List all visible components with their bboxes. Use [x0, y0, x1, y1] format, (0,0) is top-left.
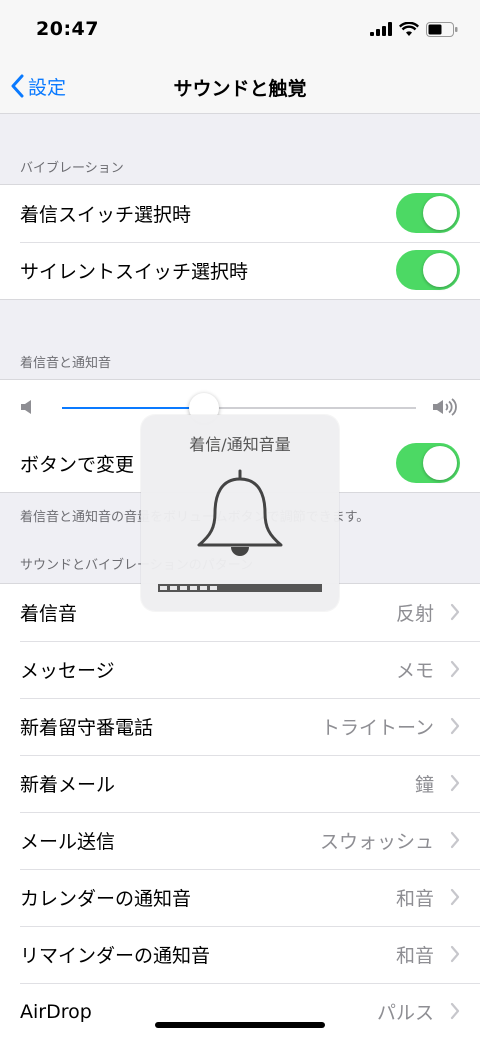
chevron-right-icon [450, 717, 460, 735]
chevron-right-icon [450, 660, 460, 678]
row-label: サイレントスイッチ選択時 [20, 261, 249, 283]
row-label: AirDrop [20, 1000, 92, 1023]
toggle-knob [423, 196, 457, 230]
row-label: メッセージ [20, 660, 115, 682]
row-label: リマインダーの通知音 [20, 945, 211, 967]
row-value: 反射 [395, 603, 434, 625]
battery-icon [426, 21, 458, 37]
chevron-right-icon [450, 945, 460, 963]
chevron-right-icon [450, 774, 460, 792]
volume-level-segment [170, 586, 177, 590]
row-label: カレンダーの通知音 [20, 888, 192, 910]
row-label: 着信スイッチ選択時 [20, 204, 192, 226]
volume-hud-title: 着信/通知音量 [189, 435, 291, 454]
section-header-vibration: バイブレーション [20, 161, 124, 176]
home-indicator [155, 1022, 325, 1028]
row-label: メール送信 [20, 831, 116, 853]
speaker-low-icon [21, 400, 31, 414]
pattern-row-sent-mail[interactable]: メール送信 スウォッシュ [0, 812, 480, 869]
volume-hud: 着信/通知音量 [141, 415, 339, 611]
row-value: メモ [395, 660, 434, 682]
chevron-right-icon [450, 1002, 460, 1020]
pattern-row-calendar-alerts[interactable]: カレンダーの通知音 和音 [0, 869, 480, 926]
toggle-knob [423, 253, 457, 287]
status-bar: 20:47 [0, 0, 480, 58]
patterns-group: 着信音 反射 メッセージ メモ 新着留守番電話 トライトーン 新着メール 鐘 メ… [0, 583, 480, 1040]
pattern-row-airdrop[interactable]: AirDrop パルス [0, 983, 480, 1040]
vibrate-on-silent-row: サイレントスイッチ選択時 [0, 242, 480, 299]
chevron-right-icon [450, 603, 460, 621]
pattern-row-message[interactable]: メッセージ メモ [0, 641, 480, 698]
row-label: 新着メール [20, 774, 116, 796]
row-value: トライトーン [320, 717, 434, 739]
row-value: 鐘 [414, 774, 434, 796]
toggle-knob [423, 446, 457, 480]
change-with-buttons-toggle[interactable] [396, 443, 460, 483]
bell-icon [197, 469, 283, 556]
section-header-ringer: 着信音と通知音 [20, 356, 112, 371]
pattern-row-reminder-alerts[interactable]: リマインダーの通知音 和音 [0, 926, 480, 983]
status-icons [370, 21, 458, 37]
navigation-bar: 設定 サウンドと触覚 [0, 58, 480, 114]
row-label: ボタンで変更 [20, 454, 135, 476]
row-value: パルス [376, 1002, 434, 1024]
volume-level-segment [200, 586, 207, 590]
wifi-icon [399, 21, 419, 36]
cellular-signal-icon [370, 22, 392, 36]
row-value: 和音 [395, 888, 434, 910]
speaker-high-icon [433, 398, 457, 416]
vibrate-on-ring-toggle[interactable] [396, 193, 460, 233]
vibrate-on-ring-row: 着信スイッチ選択時 [0, 185, 480, 242]
pattern-row-voicemail[interactable]: 新着留守番電話 トライトーン [0, 698, 480, 755]
chevron-right-icon [450, 831, 460, 849]
row-value: 和音 [395, 945, 434, 967]
vibrate-on-silent-toggle[interactable] [396, 250, 460, 290]
row-value: スウォッシュ [319, 831, 434, 853]
vibration-group: 着信スイッチ選択時 サイレントスイッチ選択時 [0, 184, 480, 300]
volume-level-bar [158, 584, 322, 592]
volume-slider[interactable] [62, 407, 416, 409]
volume-level-segment [190, 586, 197, 590]
pattern-row-new-mail[interactable]: 新着メール 鐘 [0, 755, 480, 812]
volume-level-segment [180, 586, 187, 590]
row-label: 新着留守番電話 [20, 717, 154, 739]
volume-level-segment [160, 586, 167, 590]
volume-slider-fill [62, 407, 204, 409]
row-label: 着信音 [20, 603, 78, 625]
status-time: 20:47 [36, 18, 99, 40]
page-title: サウンドと触覚 [173, 78, 307, 100]
volume-level-segment [210, 586, 217, 590]
chevron-right-icon [450, 888, 460, 906]
